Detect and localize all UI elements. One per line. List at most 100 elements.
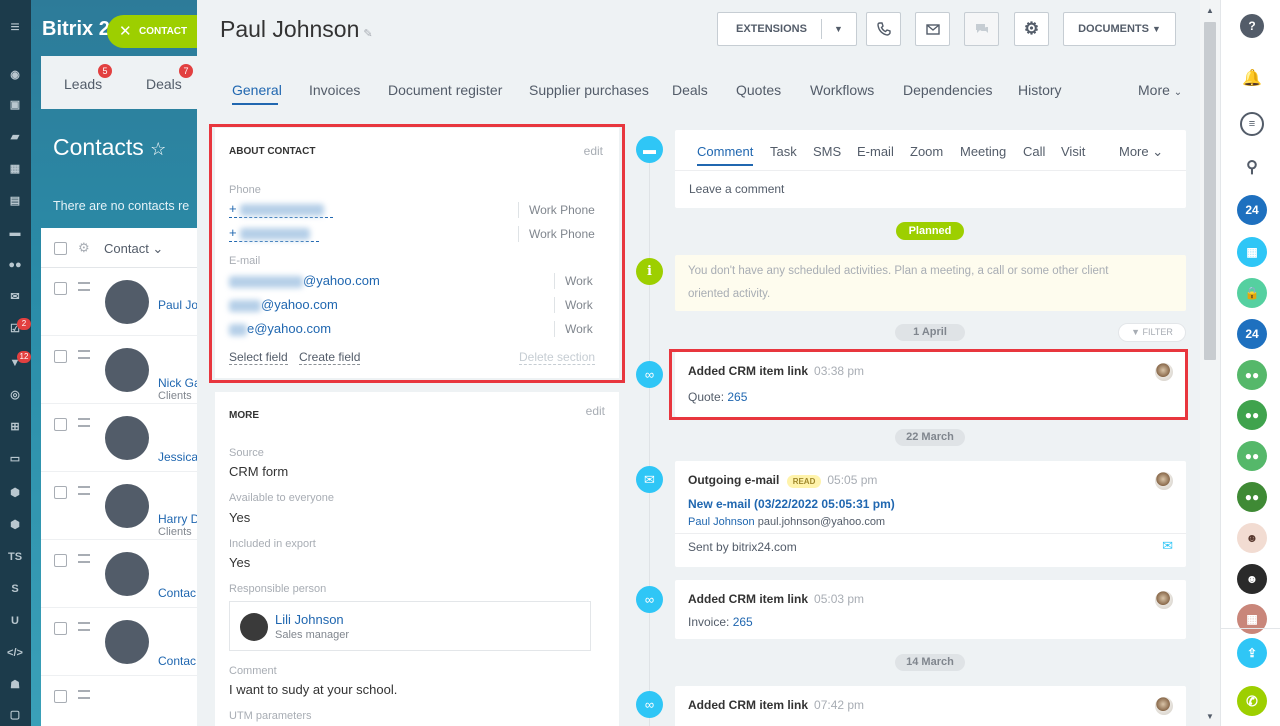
tab-leads[interactable]: Leads	[64, 76, 102, 92]
email-subject[interactable]: New e-mail (03/22/2022 05:05:31 pm)	[688, 497, 895, 511]
scroll-up-arrow[interactable]: ▲	[1206, 6, 1214, 15]
row-checkbox[interactable]	[54, 486, 67, 499]
chat-icon[interactable]: ≡	[1240, 112, 1264, 136]
sender-link[interactable]: Paul Johnson	[688, 516, 755, 528]
nav-label-s[interactable]: S	[6, 580, 24, 598]
delete-section-link[interactable]: Delete section	[519, 350, 596, 365]
row-menu-icon[interactable]	[78, 554, 90, 563]
settings-button[interactable]: ⚙	[1014, 12, 1049, 46]
tab-meeting[interactable]: Meeting	[960, 144, 1006, 159]
brand-logo[interactable]: Bitrix 2	[42, 18, 110, 41]
row-checkbox[interactable]	[54, 282, 67, 295]
contact-name[interactable]: Jessica	[158, 450, 198, 464]
avatar[interactable]: ☻	[1237, 564, 1267, 594]
tab-email[interactable]: E-mail	[857, 144, 894, 159]
feed-icon[interactable]: ◉	[6, 66, 24, 84]
edit-link[interactable]: edit	[584, 144, 603, 158]
nav-label-u[interactable]: U	[6, 612, 24, 630]
cart-icon[interactable]: ⊞	[6, 418, 24, 436]
scroll-down-arrow[interactable]: ▼	[1206, 712, 1214, 721]
tab-supplier-purchases[interactable]: Supplier purchases	[529, 82, 649, 98]
table-row[interactable]: Contac	[41, 608, 221, 676]
row-checkbox[interactable]	[54, 554, 67, 567]
box-icon[interactable]: ⬢	[6, 484, 24, 502]
docs-icon[interactable]: ▤	[6, 192, 24, 210]
comment-input[interactable]: Leave a comment	[689, 182, 784, 196]
tab-zoom[interactable]: Zoom	[910, 144, 943, 159]
edit-link[interactable]: edit	[586, 404, 605, 418]
target-icon[interactable]: ◎	[6, 386, 24, 404]
group-icon[interactable]: ●●	[1237, 360, 1267, 390]
calendar-icon[interactable]: ▦	[1237, 237, 1267, 267]
chat-icon[interactable]: ▰	[6, 128, 24, 146]
calendar-icon[interactable]: ▦	[6, 160, 24, 178]
phone-link[interactable]: +	[229, 226, 319, 242]
group-icon[interactable]: ●●	[1237, 482, 1267, 512]
tab-deals[interactable]: Deals	[146, 76, 182, 92]
bitrix24-icon[interactable]: 24	[1237, 195, 1267, 225]
tab-history[interactable]: History	[1018, 82, 1062, 98]
row-checkbox[interactable]	[54, 350, 67, 363]
tab-sms[interactable]: SMS	[813, 144, 841, 159]
table-row[interactable]: Nick Ga Clients	[41, 336, 221, 404]
phone-icon[interactable]: ✆	[1237, 686, 1267, 716]
row-menu-icon[interactable]	[78, 282, 90, 291]
chat-button[interactable]	[964, 12, 999, 46]
contact-name[interactable]: Contac	[158, 654, 196, 668]
table-row[interactable]: Harry D Clients	[41, 472, 221, 540]
row-checkbox[interactable]	[54, 690, 67, 703]
bell-icon[interactable]: 🔔	[1237, 64, 1267, 94]
scrollbar[interactable]: ▲ ▼	[1200, 0, 1220, 726]
email-button[interactable]	[915, 12, 950, 46]
nav-label-ts[interactable]: TS	[6, 548, 24, 566]
code-icon[interactable]: </>	[6, 644, 24, 662]
call-button[interactable]	[866, 12, 901, 46]
email-link[interactable]: @yahoo.com	[229, 297, 338, 312]
help-icon[interactable]: ?	[1240, 14, 1264, 38]
id-card-icon[interactable]: ▭	[6, 450, 24, 468]
contact-name[interactable]: Paul Jo	[158, 298, 198, 312]
tab-dependencies[interactable]: Dependencies	[903, 82, 993, 98]
tab-quotes[interactable]: Quotes	[736, 82, 781, 98]
tab-comment[interactable]: Comment	[697, 144, 753, 159]
robot-icon[interactable]: ☗	[6, 676, 24, 694]
tab-general[interactable]: General	[232, 82, 282, 98]
mail-icon[interactable]: ✉	[6, 288, 24, 306]
extensions-button[interactable]: EXTENSIONS ▼	[717, 12, 857, 46]
row-menu-icon[interactable]	[78, 350, 90, 359]
select-all-checkbox[interactable]	[54, 242, 67, 255]
export-icon[interactable]: ⇪	[1237, 638, 1267, 668]
tab-more[interactable]: More ⌄	[1138, 82, 1182, 98]
contact-name[interactable]: Nick Ga	[158, 376, 201, 390]
star-icon[interactable]: ☆	[150, 139, 166, 159]
column-contact[interactable]: Contact ⌄	[104, 241, 163, 257]
group-icon[interactable]: ●●	[1237, 400, 1267, 430]
email-link[interactable]: e@yahoo.com	[229, 321, 331, 336]
edit-pencil-icon[interactable]: ✎	[363, 28, 372, 40]
create-field-link[interactable]: Create field	[299, 350, 361, 365]
close-contact-button[interactable]: ✕ CONTACT	[107, 15, 197, 48]
responsible-person-card[interactable]: Lili Johnson Sales manager	[229, 601, 591, 651]
tab-workflows[interactable]: Workflows	[810, 82, 874, 98]
phone-link[interactable]: +	[229, 202, 333, 218]
table-row[interactable]: Paul Jo	[41, 268, 221, 336]
tab-call[interactable]: Call	[1023, 144, 1045, 159]
lock-icon[interactable]: 🔒	[1237, 278, 1267, 308]
group-icon[interactable]: ●●	[1237, 441, 1267, 471]
table-row[interactable]: Jessica	[41, 404, 221, 472]
row-checkbox[interactable]	[54, 622, 67, 635]
gear-icon[interactable]: ⚙	[78, 240, 90, 256]
tab-visit[interactable]: Visit	[1061, 144, 1085, 159]
tasks-icon[interactable]: ▣	[6, 96, 24, 114]
tab-document-register[interactable]: Document register	[388, 82, 502, 98]
crm-icon[interactable]: ●●	[6, 256, 24, 274]
search-icon[interactable]: ⚲	[1237, 153, 1267, 183]
row-menu-icon[interactable]	[78, 486, 90, 495]
tab-task[interactable]: Task	[770, 144, 797, 159]
responsible-name[interactable]: Lili Johnson	[275, 612, 344, 627]
cube-icon[interactable]: ⬢	[6, 516, 24, 534]
email-link[interactable]: @yahoo.com	[229, 273, 380, 288]
row-menu-icon[interactable]	[78, 418, 90, 427]
contact-name[interactable]: Contac	[158, 586, 196, 600]
menu-icon[interactable]: ≡	[6, 20, 24, 38]
